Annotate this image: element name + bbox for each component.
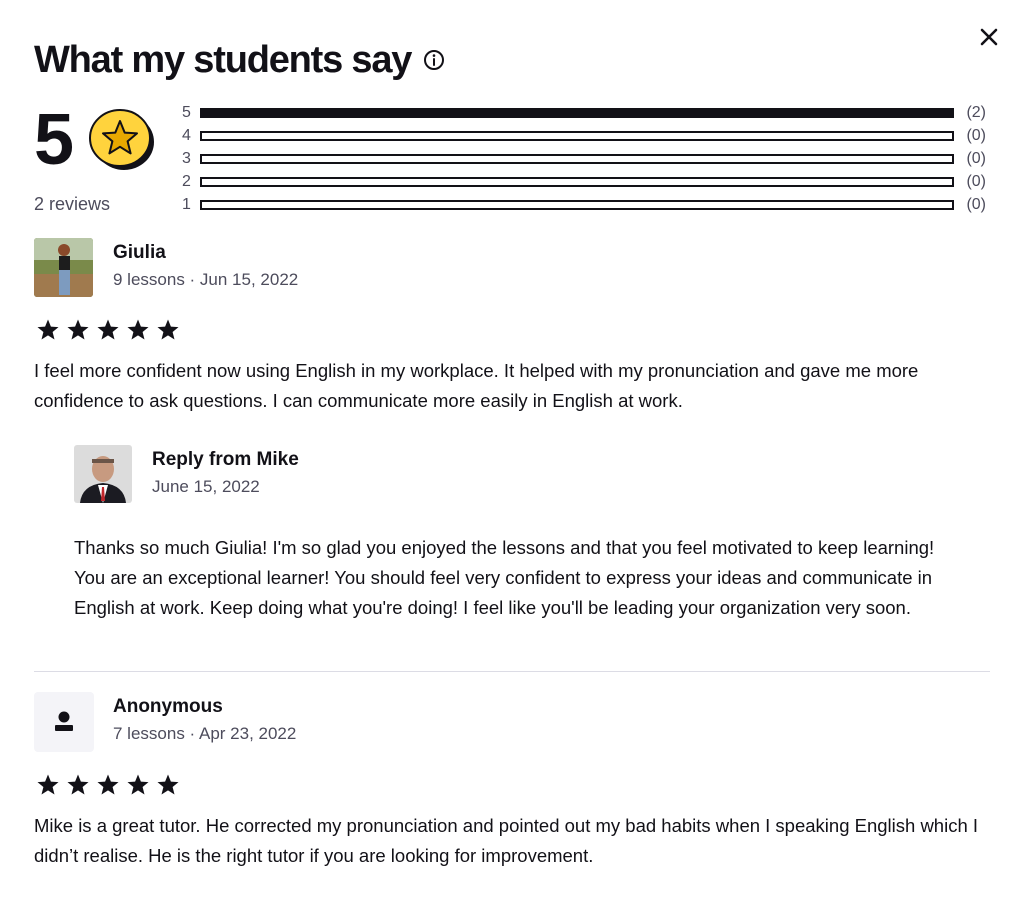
tutor-photo xyxy=(74,445,132,503)
bar-track xyxy=(200,108,954,118)
bar-count: (0) xyxy=(966,173,986,190)
review-meta: 7 lessons · Apr 23, 2022 xyxy=(113,724,297,743)
bar-fill xyxy=(202,110,952,116)
info-circle-icon[interactable] xyxy=(423,49,445,71)
bar-label: 2 xyxy=(182,173,191,190)
review-text: Mike is a great tutor. He corrected my p… xyxy=(34,815,979,866)
star-icon xyxy=(97,319,119,340)
reviewer-name: Giulia xyxy=(113,242,166,263)
reviewer-name: Anonymous xyxy=(113,696,223,717)
bar-count: (0) xyxy=(966,196,986,213)
rating-bar-2[interactable]: 2 (0) xyxy=(176,173,986,191)
close-icon xyxy=(980,28,998,46)
close-button[interactable] xyxy=(976,24,1002,50)
star-icon xyxy=(97,774,119,795)
bar-count: (2) xyxy=(966,104,986,121)
bar-track xyxy=(200,154,954,164)
star-icon xyxy=(157,774,179,795)
bar-count: (0) xyxy=(966,127,986,144)
reply-date: June 15, 2022 xyxy=(152,477,260,496)
page-title: What my students say xyxy=(34,39,412,81)
bar-label: 3 xyxy=(182,150,191,167)
star-icon xyxy=(67,319,89,340)
rating-bar-5[interactable]: 5 (2) xyxy=(176,104,986,122)
reviewer-photo xyxy=(34,238,93,297)
reply-title: Reply from Mike xyxy=(152,449,299,470)
reply-text: Thanks so much Giulia! I'm so glad you e… xyxy=(74,537,935,618)
rating-bar-3[interactable]: 3 (0) xyxy=(176,150,986,168)
star-icon xyxy=(67,774,89,795)
overall-rating: 5 xyxy=(34,100,74,180)
bar-track xyxy=(200,131,954,141)
bar-count: (0) xyxy=(966,150,986,167)
reviews-count: 2 reviews xyxy=(34,194,111,214)
avatar xyxy=(74,445,132,503)
review-text: I feel more confident now using English … xyxy=(34,360,919,411)
star-icon xyxy=(127,319,149,340)
star-rating xyxy=(36,318,180,342)
avatar xyxy=(34,692,94,752)
divider xyxy=(34,671,990,672)
review-meta: 9 lessons · Jun 15, 2022 xyxy=(113,270,299,289)
bar-label: 1 xyxy=(182,196,191,213)
star-rating xyxy=(36,773,180,797)
title-row: What my students say xyxy=(34,38,445,82)
user-icon xyxy=(55,711,73,731)
bar-track xyxy=(200,177,954,187)
rating-bar-4[interactable]: 4 (0) xyxy=(176,127,986,145)
avatar xyxy=(34,238,93,297)
star-icon xyxy=(37,774,59,795)
bar-label: 5 xyxy=(182,104,191,121)
bar-label: 4 xyxy=(182,127,191,144)
star-icon xyxy=(37,319,59,340)
star-icon xyxy=(157,319,179,340)
star-coin-icon xyxy=(89,109,154,170)
rating-bar-1[interactable]: 1 (0) xyxy=(176,196,986,214)
bar-track xyxy=(200,200,954,210)
star-icon xyxy=(127,774,149,795)
